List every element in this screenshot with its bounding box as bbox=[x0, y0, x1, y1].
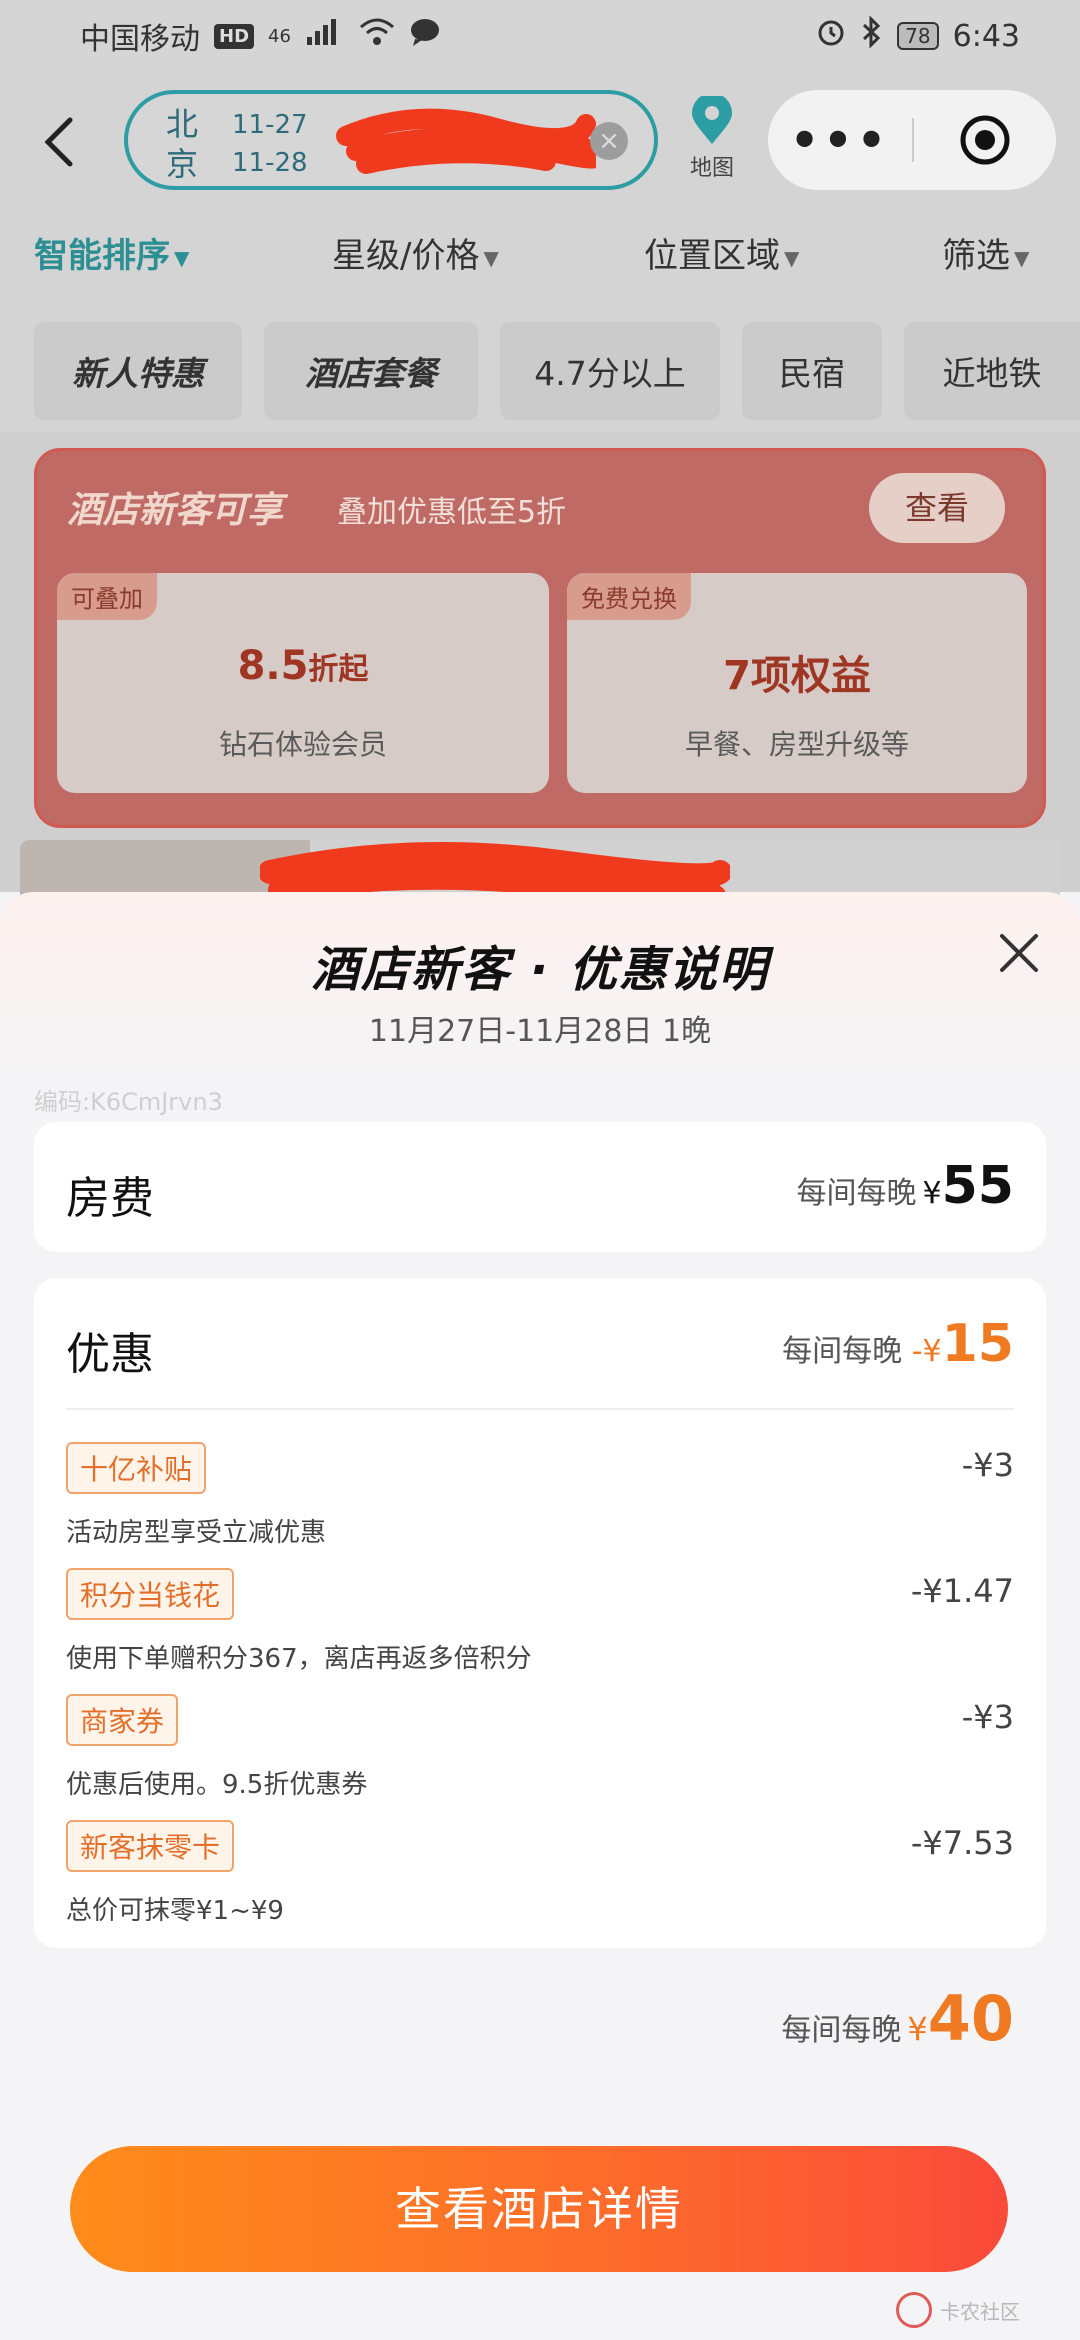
map-pin-icon bbox=[692, 96, 732, 144]
more-dots-icon: ••• bbox=[789, 113, 891, 167]
more-button[interactable]: ••• bbox=[768, 90, 912, 190]
hd-badge: HD bbox=[214, 23, 255, 49]
bluetooth-icon bbox=[861, 15, 883, 56]
discount-item: 积分当钱花 -¥1.47 使用下单赠积分367，离店再返多倍积分 bbox=[66, 1568, 1014, 1678]
signal-icon bbox=[305, 17, 345, 55]
chip-homestay[interactable]: 民宿 bbox=[742, 322, 882, 420]
close-sheet-button[interactable] bbox=[994, 928, 1044, 978]
sheet-title: 酒店新客 · 优惠说明 bbox=[311, 942, 769, 998]
exit-miniprogram-button[interactable] bbox=[914, 112, 1056, 168]
clear-search-button[interactable]: × bbox=[590, 122, 628, 160]
date-range[interactable]: 11-27 11-28 bbox=[232, 106, 308, 182]
chip-new-user-deal[interactable]: 新人特惠 bbox=[34, 322, 242, 420]
discount-item: 十亿补贴 -¥3 活动房型享受立减优惠 bbox=[66, 1442, 1014, 1552]
benefit-tag: 免费兑换 bbox=[567, 573, 691, 620]
caret-down-icon: ▼ bbox=[784, 245, 800, 270]
discount-amount: -¥3 bbox=[961, 1698, 1014, 1736]
discount-explanation-sheet: 酒店新客 · 优惠说明 11月27日-11月28日 1晚 编码:K6CmJrvn… bbox=[0, 892, 1080, 2340]
view-hotel-details-button[interactable]: 查看酒店详情 bbox=[70, 2146, 1008, 2272]
sort-smart[interactable]: 智能排序 ▼ bbox=[34, 228, 189, 277]
battery-indicator: 78 bbox=[897, 22, 939, 50]
checkout-date: 11-28 bbox=[232, 148, 308, 178]
benefit-value: 7项权益 bbox=[723, 653, 871, 699]
target-icon bbox=[960, 115, 1010, 165]
discount-total: 每间每晚 -¥15 bbox=[782, 1314, 1014, 1374]
quick-filter-chips: 新人特惠 酒店套餐 4.7分以上 民宿 近地铁 bbox=[0, 302, 1080, 432]
room-fee-label: 房费 bbox=[66, 1173, 154, 1224]
discount-note: 总价可抹零¥1~¥9 bbox=[66, 1896, 284, 1926]
close-icon: × bbox=[598, 126, 620, 156]
final-price: 每间每晚 ¥40 bbox=[781, 1982, 1014, 2055]
discount-item: 新客抹零卡 -¥7.53 总价可抹零¥1~¥9 bbox=[66, 1820, 1014, 1930]
caret-down-icon: ▼ bbox=[174, 245, 190, 270]
alarm-icon bbox=[815, 16, 847, 56]
sort-filter[interactable]: 筛选 ▼ bbox=[942, 228, 1029, 277]
benefit-desc: 钻石体验会员 bbox=[218, 728, 387, 761]
promo-view-button[interactable]: 查看 bbox=[869, 473, 1005, 543]
clock: 6:43 bbox=[952, 18, 1020, 54]
discount-note: 活动房型享受立减优惠 bbox=[66, 1518, 327, 1548]
top-nav: 北 京 11-27 11-28 × 地图 ••• bbox=[0, 72, 1080, 212]
promo-subtitle: 叠加优惠低至5折 bbox=[337, 495, 567, 530]
discount-amount: -¥1.47 bbox=[910, 1572, 1014, 1610]
chip-rating-above[interactable]: 4.7分以上 bbox=[500, 322, 720, 420]
watermark: 卡农社区 bbox=[896, 2292, 1020, 2328]
benefit-value: 8.5折起 bbox=[237, 643, 369, 689]
promo-title: 酒店新客可享 bbox=[67, 490, 284, 531]
network-type: 46 bbox=[268, 25, 291, 47]
room-fee-card: 房费 每间每晚 ¥55 bbox=[34, 1122, 1046, 1252]
sort-location[interactable]: 位置区域 ▼ bbox=[644, 228, 799, 277]
redaction-scribble bbox=[336, 108, 596, 174]
chat-bubble-icon bbox=[409, 17, 441, 55]
sort-star-price[interactable]: 星级/价格 ▼ bbox=[332, 228, 499, 277]
stay-date-range: 11月27日-11月28日 1晚 bbox=[368, 1014, 712, 1049]
discount-tag: 新客抹零卡 bbox=[66, 1820, 235, 1872]
discount-note: 使用下单赠积分367，离店再返多倍积分 bbox=[66, 1644, 532, 1674]
divider bbox=[66, 1408, 1014, 1410]
discount-tag: 十亿补贴 bbox=[66, 1442, 207, 1494]
checkin-date: 11-27 bbox=[232, 110, 308, 140]
discount-card: 优惠 每间每晚 -¥15 十亿补贴 -¥3 活动房型享受立减优惠 积分当钱花 -… bbox=[34, 1278, 1046, 1948]
new-customer-promo-card[interactable]: 酒店新客可享 叠加优惠低至5折 查看 可叠加 8.5折起 钻石体验会员 免费兑换… bbox=[34, 448, 1046, 828]
mini-program-capsule: ••• bbox=[768, 90, 1056, 190]
discount-label: 优惠 bbox=[66, 1329, 154, 1380]
back-button[interactable] bbox=[36, 114, 86, 170]
hotel-list: 酒店新客可享 叠加优惠低至5折 查看 可叠加 8.5折起 钻石体验会员 免费兑换… bbox=[0, 432, 1080, 912]
search-bar[interactable]: 北 京 11-27 11-28 × bbox=[124, 90, 658, 190]
discount-item: 商家券 -¥3 优惠后使用。9.5折优惠券 bbox=[66, 1694, 1014, 1804]
map-label: 地图 bbox=[689, 156, 734, 181]
discount-amount: -¥3 bbox=[961, 1446, 1014, 1484]
caret-down-icon: ▼ bbox=[483, 245, 499, 270]
room-fee-price: 每间每晚 ¥55 bbox=[796, 1156, 1014, 1216]
watermark-logo-icon bbox=[896, 2292, 932, 2328]
benefit-desc: 早餐、房型升级等 bbox=[684, 728, 909, 761]
carrier-name: 中国移动 bbox=[80, 22, 200, 57]
close-icon bbox=[1000, 934, 1038, 972]
sort-filter-bar: 智能排序 ▼ 星级/价格 ▼ 位置区域 ▼ 筛选 ▼ bbox=[0, 212, 1080, 302]
benefit-discount: 可叠加 8.5折起 钻石体验会员 bbox=[57, 573, 549, 793]
promo-code: 编码:K6CmJrvn3 bbox=[34, 1088, 223, 1116]
map-button[interactable]: 地图 bbox=[682, 96, 742, 182]
wifi-icon bbox=[359, 17, 395, 55]
discount-tag: 商家券 bbox=[66, 1694, 179, 1746]
status-bar: 中国移动 HD 46 78 6:43 bbox=[0, 0, 1080, 72]
discount-note: 优惠后使用。9.5折优惠券 bbox=[66, 1770, 368, 1800]
chevron-left-icon bbox=[44, 117, 73, 167]
benefit-tag: 可叠加 bbox=[57, 573, 157, 620]
chip-near-subway[interactable]: 近地铁 bbox=[904, 322, 1080, 420]
benefit-rights: 免费兑换 7项权益 早餐、房型升级等 bbox=[567, 573, 1027, 793]
caret-down-icon: ▼ bbox=[1014, 245, 1030, 270]
discount-amount: -¥7.53 bbox=[910, 1824, 1014, 1862]
discount-tag: 积分当钱花 bbox=[66, 1568, 235, 1620]
city-label: 北 京 bbox=[165, 105, 198, 183]
chip-hotel-package[interactable]: 酒店套餐 bbox=[264, 322, 478, 420]
